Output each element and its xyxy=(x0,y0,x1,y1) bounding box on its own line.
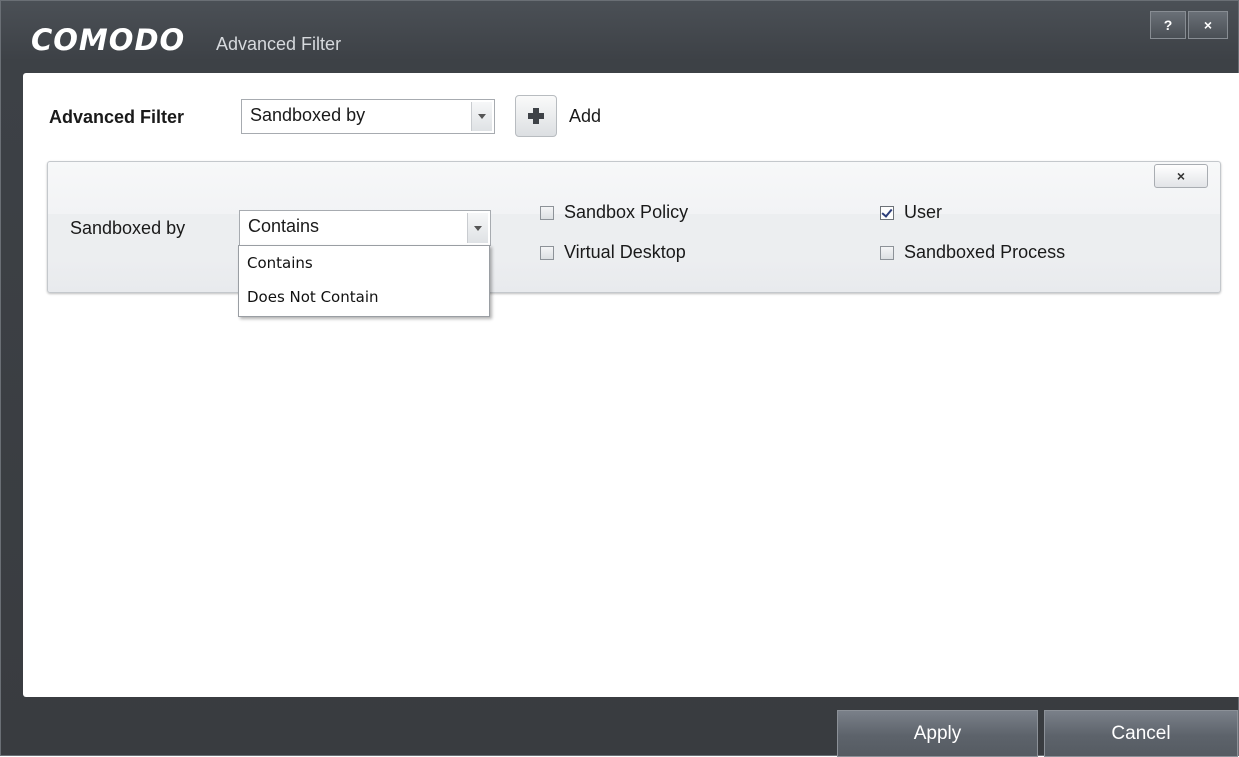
advanced-filter-label: Advanced Filter xyxy=(49,107,185,127)
apply-button[interactable]: Apply xyxy=(837,710,1038,757)
filter-type-select[interactable]: Sandboxed by xyxy=(241,99,495,134)
cancel-button[interactable]: Cancel xyxy=(1044,710,1238,757)
checkbox-icon[interactable] xyxy=(540,245,554,260)
add-label[interactable]: Add xyxy=(569,106,601,127)
filter-row: × Sandboxed by Contains Sandbox Policy U… xyxy=(47,161,1221,293)
advanced-filter-window: COMODO Advanced Filter ? × Advanced Filt… xyxy=(0,0,1239,757)
title-bar: COMODO Advanced Filter ? × xyxy=(1,1,1238,73)
remove-filter-button[interactable]: × xyxy=(1154,164,1208,188)
checkbox-checked-icon[interactable] xyxy=(880,205,894,220)
checkbox-sandbox-policy[interactable]: Sandbox Policy xyxy=(540,202,688,223)
condition-dropdown-list: Contains Does Not Contain xyxy=(238,245,490,317)
chevron-down-icon[interactable] xyxy=(467,213,488,243)
filter-type-value: Sandboxed by xyxy=(250,105,366,125)
filter-row-label: Sandboxed by xyxy=(70,218,186,238)
dropdown-option-contains[interactable]: Contains xyxy=(239,246,489,280)
chevron-down-icon[interactable] xyxy=(471,102,492,131)
comodo-logo: COMODO xyxy=(31,23,186,57)
checkbox-icon[interactable] xyxy=(880,245,894,260)
checkbox-virtual-desktop[interactable]: Virtual Desktop xyxy=(540,242,686,263)
window-controls: ? × xyxy=(1150,11,1228,39)
help-button[interactable]: ? xyxy=(1150,11,1186,39)
checkbox-icon[interactable] xyxy=(540,205,554,220)
condition-select[interactable]: Contains xyxy=(239,210,491,246)
condition-value: Contains xyxy=(248,216,320,236)
checkbox-sandboxed-process[interactable]: Sandboxed Process xyxy=(880,242,1065,263)
checkbox-user[interactable]: User xyxy=(880,202,942,223)
plus-icon xyxy=(528,108,544,124)
add-filter-button[interactable] xyxy=(515,95,557,137)
filter-panel: Advanced Filter Sandboxed by Add × Sandb… xyxy=(23,73,1239,697)
close-window-button[interactable]: × xyxy=(1188,11,1228,39)
dropdown-option-does-not-contain[interactable]: Does Not Contain xyxy=(239,280,489,314)
window-title: Advanced Filter xyxy=(216,34,342,54)
